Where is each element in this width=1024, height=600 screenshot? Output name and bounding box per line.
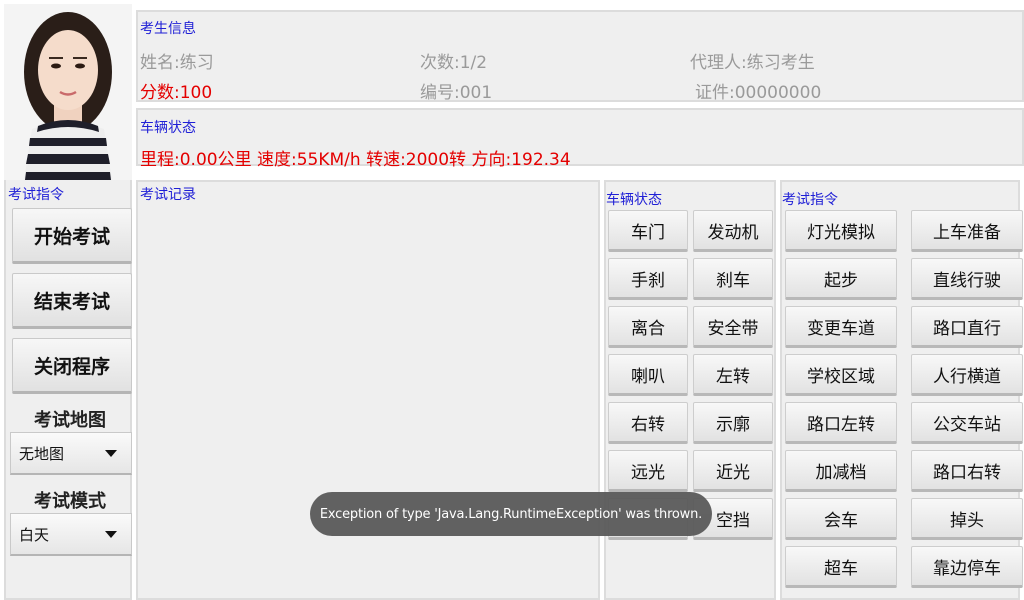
exam-record-title: 考试记录 xyxy=(140,187,196,203)
low-beam-button[interactable]: 近光 xyxy=(693,450,773,492)
light-sim-button[interactable]: 灯光模拟 xyxy=(785,210,897,252)
door-button[interactable]: 车门 xyxy=(608,210,688,252)
clearance-light-button[interactable]: 示廓 xyxy=(693,402,773,444)
u-turn-button[interactable]: 掉头 xyxy=(911,498,1023,540)
student-info-title: 考生信息 xyxy=(140,21,196,37)
student-photo-image xyxy=(4,4,132,180)
horn-button[interactable]: 喇叭 xyxy=(608,354,688,396)
start-off-button[interactable]: 起步 xyxy=(785,258,897,300)
exam-count: 次数:1/2 xyxy=(420,53,488,73)
student-photo xyxy=(4,4,132,180)
intersection-right-button[interactable]: 路口右转 xyxy=(911,450,1023,492)
exam-map-select[interactable]: 无地图 xyxy=(10,432,132,475)
bus-stop-button[interactable]: 公交车站 xyxy=(911,402,1023,444)
left-command-title: 考试指令 xyxy=(8,187,64,203)
exam-commands-title: 考试指令 xyxy=(782,192,838,208)
exam-record-panel: 考试记录 xyxy=(136,180,600,600)
clutch-button[interactable]: 离合 xyxy=(608,306,688,348)
gear-shift-button[interactable]: 加减档 xyxy=(785,450,897,492)
chevron-down-icon xyxy=(105,450,117,457)
student-name: 姓名:练习 xyxy=(140,53,214,73)
high-beam-button[interactable]: 远光 xyxy=(608,450,688,492)
lane-change-button[interactable]: 变更车道 xyxy=(785,306,897,348)
score-value: 分数:100 xyxy=(140,83,213,103)
close-program-button[interactable]: 关闭程序 xyxy=(12,338,132,394)
student-info-panel: 考生信息 姓名:练习 次数:1/2 代理人:练习考生 分数:100 编号:001… xyxy=(136,10,1024,103)
error-toast: Exception of type 'Java.Lang.RuntimeExce… xyxy=(310,492,712,536)
vehicle-state-panel: 车辆状态 里程:0.00公里 速度:55KM/h 转速:2000转 方向:192… xyxy=(136,108,1024,170)
vehicle-state-summary: 里程:0.00公里 速度:55KM/h 转速:2000转 方向:192.34 xyxy=(140,150,571,170)
id-number: 证件:00000000 xyxy=(695,83,822,103)
vehicle-status-title: 车辆状态 xyxy=(606,192,662,208)
boarding-prep-button[interactable]: 上车准备 xyxy=(911,210,1023,252)
start-exam-button[interactable]: 开始考试 xyxy=(12,208,132,264)
exam-mode-value: 白天 xyxy=(19,526,50,544)
exam-mode-label: 考试模式 xyxy=(34,491,106,512)
pull-over-button[interactable]: 靠边停车 xyxy=(911,546,1023,588)
overtake-button[interactable]: 超车 xyxy=(785,546,897,588)
school-zone-button[interactable]: 学校区域 xyxy=(785,354,897,396)
brake-button[interactable]: 刹车 xyxy=(693,258,773,300)
exam-commands-panel: 考试指令 灯光模拟 上车准备 起步 直线行驶 变更车道 路口直行 学校区域 人行… xyxy=(780,180,1023,600)
chevron-down-icon xyxy=(105,531,117,538)
left-command-column: 考试指令 开始考试 结束考试 关闭程序 考试地图 无地图 考试模式 白天 xyxy=(4,180,132,600)
exam-map-value: 无地图 xyxy=(19,445,65,463)
intersection-left-button[interactable]: 路口左转 xyxy=(785,402,897,444)
vehicle-state-title: 车辆状态 xyxy=(140,120,196,136)
straight-drive-button[interactable]: 直线行驶 xyxy=(911,258,1023,300)
vehicle-status-panel: 车辆状态 车门 发动机 手刹 刹车 离合 安全带 喇叭 左转 右转 示廓 远光 … xyxy=(604,180,776,600)
crosswalk-button[interactable]: 人行横道 xyxy=(911,354,1023,396)
handbrake-button[interactable]: 手刹 xyxy=(608,258,688,300)
intersection-straight-button[interactable]: 路口直行 xyxy=(911,306,1023,348)
right-turn-button[interactable]: 右转 xyxy=(608,402,688,444)
engine-button[interactable]: 发动机 xyxy=(693,210,773,252)
meeting-car-button[interactable]: 会车 xyxy=(785,498,897,540)
exam-map-label: 考试地图 xyxy=(34,410,106,431)
agent-name: 代理人:练习考生 xyxy=(690,53,815,73)
seatbelt-button[interactable]: 安全带 xyxy=(693,306,773,348)
exam-mode-select[interactable]: 白天 xyxy=(10,513,132,556)
student-number: 编号:001 xyxy=(420,83,493,103)
end-exam-button[interactable]: 结束考试 xyxy=(12,273,132,329)
left-turn-button[interactable]: 左转 xyxy=(693,354,773,396)
